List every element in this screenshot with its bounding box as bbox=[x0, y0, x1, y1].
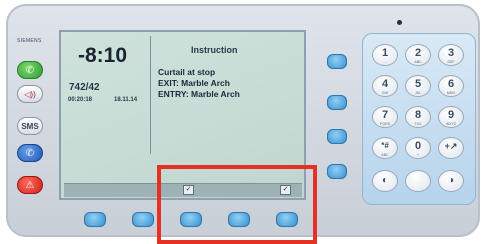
key-4[interactable]: 4 GHI bbox=[372, 75, 398, 97]
sms-button[interactable]: SMS bbox=[17, 117, 43, 135]
highlight-box bbox=[157, 165, 317, 244]
key-plus[interactable]: +↗ bbox=[438, 137, 464, 159]
key-star-hash[interactable]: *# ABC bbox=[372, 137, 398, 159]
key-7[interactable]: 7 PQRS bbox=[372, 106, 398, 128]
key-0[interactable]: 0 + bbox=[405, 137, 431, 159]
key-5[interactable]: 5 JKL bbox=[405, 75, 431, 97]
screen-divider bbox=[150, 36, 151, 154]
handset-icon: ✆ bbox=[25, 64, 35, 76]
right-softkey-3[interactable] bbox=[327, 129, 347, 144]
right-softkey-1[interactable] bbox=[327, 54, 347, 69]
key-2[interactable]: 2 ABC bbox=[405, 44, 431, 66]
key-9[interactable]: 9 WXYZ bbox=[438, 106, 464, 128]
instruction-line: EXIT: Marble Arch bbox=[158, 78, 230, 88]
emergency-button[interactable]: ⚠ bbox=[17, 176, 43, 194]
phone-icon: ✆ bbox=[25, 147, 35, 159]
instruction-title: Instruction bbox=[191, 45, 238, 55]
brightness-down-button[interactable]: ◐ bbox=[372, 170, 398, 192]
phone-button[interactable]: ✆ bbox=[17, 144, 43, 162]
key-8[interactable]: 8 TUV bbox=[405, 106, 431, 128]
countdown-time: -8:10 bbox=[78, 44, 128, 67]
instruction-line: Curtail at stop bbox=[158, 67, 216, 77]
blank-function-button[interactable] bbox=[405, 170, 431, 192]
key-3[interactable]: 3 DEF bbox=[438, 44, 464, 66]
indicator-led bbox=[397, 20, 402, 25]
vehicle-id: 742/42 bbox=[69, 82, 100, 93]
instruction-line: ENTRY: Marble Arch bbox=[158, 89, 240, 99]
right-softkey-4[interactable] bbox=[327, 164, 347, 179]
call-button[interactable]: ✆ bbox=[17, 61, 43, 79]
speaker-icon: ◁)) bbox=[24, 89, 36, 99]
key-6[interactable]: 6 MNO bbox=[438, 75, 464, 97]
sms-label: SMS bbox=[21, 121, 39, 131]
date-value: 18.11.14 bbox=[114, 97, 138, 103]
warning-triangle-icon: ⚠ bbox=[25, 179, 35, 191]
bottom-softkey-1[interactable] bbox=[84, 212, 106, 227]
volume-button[interactable]: ◁)) bbox=[17, 85, 43, 103]
right-softkey-2[interactable] bbox=[327, 95, 347, 110]
brightness-up-button[interactable]: ◑ bbox=[438, 170, 464, 192]
clock-time: 00:20:18 bbox=[68, 97, 93, 103]
key-1[interactable]: 1... bbox=[372, 44, 398, 66]
brand-logo: SIEMENS bbox=[17, 38, 42, 44]
bottom-softkey-2[interactable] bbox=[132, 212, 154, 227]
